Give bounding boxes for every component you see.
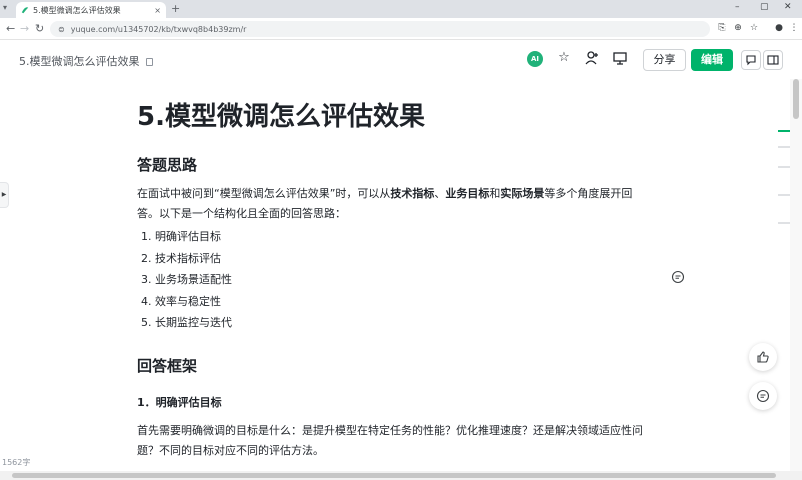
document-header: 5.模型微调怎么评估效果 AI ☆ 分享 编辑 [0,41,790,79]
list-number: 3. [141,273,152,286]
new-tab-button[interactable]: + [171,2,180,15]
bookmark-star-icon[interactable]: ☆ [748,22,760,34]
list-number: 1. [141,230,152,243]
toc-marker[interactable] [778,222,790,224]
intro-paragraph: 在面试中被问到“模型微调怎么评估效果”时，可以从技术指标、业务目标和实际场景等多… [137,184,652,224]
window-close-icon[interactable]: ✕ [784,2,792,12]
horizontal-scroll-thumb[interactable] [12,473,776,478]
list-number: 2. [141,251,152,265]
toc-marker[interactable] [778,194,790,196]
horizontal-scrollbar[interactable] [0,471,802,480]
like-button[interactable] [749,343,777,371]
toc-marker[interactable] [778,146,790,148]
section-heading-approach: 答题思路 [137,156,198,174]
doc-title-text: 5.模型微调怎么评估效果 [19,55,140,68]
list-number: 4. [141,294,152,308]
install-app-icon[interactable]: ⎘ [716,22,728,34]
list-item-text: 技术指标评估 [155,251,221,265]
list-item: 1. 明确评估目标 [137,226,232,248]
list-number: 5. [141,316,152,329]
edit-button[interactable]: 编辑 [691,49,733,71]
tab-close-icon[interactable]: × [154,6,161,15]
bold-business-goals: 业务目标 [445,187,490,200]
intro-sep: 、 [434,187,446,200]
yuque-favicon-icon [21,7,29,14]
page-title: 5.模型微调怎么评估效果 [137,102,425,132]
share-button[interactable]: 分享 [643,49,686,71]
list-item: 3. 业务场景适配性 [137,269,232,291]
ordered-list: 1. 明确评估目标 2. 技术指标评估 3. 业务场景适配性 4. 效率与稳定性 5. 长… [137,226,232,334]
tab-title: 5.模型微调怎么评估效果 [33,5,121,15]
list-item: 5. 长期监控与迭代 [137,312,232,334]
list-item-text: 长期监控与迭代 [155,316,232,329]
ai-assistant-button[interactable]: AI [527,51,543,67]
site-info-icon[interactable]: ⊜ [58,25,65,34]
toc-marker[interactable] [778,166,790,168]
paragraph-comment-icon[interactable] [671,270,685,284]
intro-sep: 和 [489,187,501,200]
url-field[interactable]: ⊜ yuque.com/u1345702/kb/txwvq8b4b39zm/r [50,21,710,37]
minimize-icon[interactable]: – [735,2,740,12]
list-item: 2. 技术指标评估 [137,248,232,270]
browser-tab-bar: ▾ 5.模型微调怎么评估效果 × + – ▢ ✕ [0,0,802,18]
list-item-text: 明确评估目标 [155,230,221,243]
present-icon[interactable] [612,50,628,66]
body-paragraph: 首先需要明确微调的目标是什么：是提升模型在特定任务的性能？优化推理速度？还是解决… [137,424,643,457]
intro-text: 在面试中被问到“模型微调怎么评估效果”时，可以从 [137,187,391,200]
lock-icon [145,58,153,66]
back-icon[interactable]: ← [6,22,15,36]
browser-tab[interactable]: 5.模型微调怎么评估效果 × [16,2,166,18]
sidebar-panel-icon [767,55,779,65]
bold-real-scenarios: 实际场景 [500,187,545,200]
tab-list-icon[interactable]: ▾ [3,3,7,12]
list-item-text: 业务场景适配性 [155,273,232,286]
browser-menu-icon[interactable]: ⋮ [788,22,800,34]
sidebar-toggle-button[interactable] [763,50,783,70]
comment-icon [746,55,756,66]
vertical-scrollbar[interactable] [790,79,802,471]
comment-bubble-icon [756,389,770,403]
add-collaborator-icon[interactable] [584,50,600,66]
comment-button[interactable] [749,382,777,410]
favorite-star-icon[interactable]: ☆ [556,50,572,66]
reload-icon[interactable]: ↻ [35,22,44,36]
doc-title: 5.模型微调怎么评估效果 [19,53,153,69]
address-bar: ← → ↻ ⊜ yuque.com/u1345702/kb/txwvq8b4b3… [0,18,802,40]
maximize-icon[interactable]: ▢ [760,2,769,12]
forward-icon[interactable]: → [20,22,29,36]
sub-heading: 1．明确评估目标 [137,396,222,409]
profile-icon[interactable]: ● [773,22,785,34]
bold-tech-metrics: 技术指标 [390,187,435,200]
comments-button[interactable] [741,50,761,70]
zoom-icon[interactable]: ⊕ [732,22,744,34]
expand-sidebar-button[interactable]: ▶ [0,182,9,208]
list-item: 4. 效率与稳定性 [137,291,232,313]
section-heading-framework: 回答框架 [137,357,198,375]
vertical-scroll-thumb[interactable] [793,79,799,119]
thumbs-up-icon [757,351,769,363]
toc-marker-active[interactable] [778,130,790,132]
url-text: yuque.com/u1345702/kb/txwvq8b4b39zm/r [70,24,247,34]
word-count: 1562字 [2,458,31,467]
list-item-text: 效率与稳定性 [155,294,221,308]
